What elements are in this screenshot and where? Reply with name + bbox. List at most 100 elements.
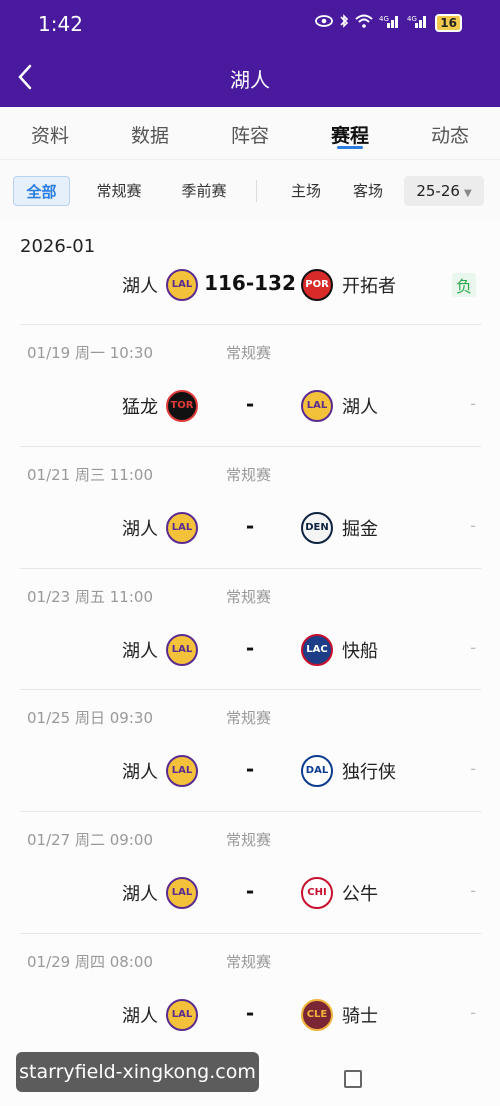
away-team-name: 开拓者 — [342, 276, 396, 297]
game-datetime: 01/23 周五 11:00 — [27, 588, 153, 606]
month-header: 2026-01 — [20, 236, 96, 257]
game-type: 常规赛 — [226, 466, 272, 484]
game-score: - — [245, 757, 255, 781]
filter-regular-season[interactable]: 常规赛 — [88, 176, 150, 206]
watermark-text: starryfield-xingkong.com — [16, 1052, 259, 1092]
divider — [20, 568, 481, 569]
game-row: 湖人 LAL - CHI 公牛 - — [0, 873, 500, 913]
home-team-logo: LAL — [166, 755, 198, 787]
battery-indicator: 16 — [435, 14, 462, 32]
game-datetime: 01/21 周三 11:00 — [27, 466, 153, 484]
game-row: 湖人 LAL - DAL 独行侠 - — [0, 751, 500, 791]
status-time: 1:42 — [38, 12, 83, 36]
game-row: 湖人 LAL - DEN 掘金 - — [0, 508, 500, 548]
season-label: 25-26 — [416, 182, 460, 200]
game-type: 常规赛 — [226, 709, 272, 727]
home-team-logo: LAL — [166, 512, 198, 544]
filter-away[interactable]: 客场 — [344, 176, 392, 206]
divider — [20, 933, 481, 934]
home-team-logo: TOR — [166, 390, 198, 422]
season-selector[interactable]: 25-26 ▼ — [404, 176, 484, 206]
signal-4g-icon: 4G — [407, 14, 429, 32]
away-team-logo: DEN — [301, 512, 333, 544]
filter-all[interactable]: 全部 — [13, 176, 70, 206]
game-score: - — [245, 879, 255, 903]
game-result-badge: 负 — [451, 273, 476, 297]
game-result: - — [470, 759, 476, 778]
away-team-logo: LAC — [301, 634, 333, 666]
game-datetime: 01/29 周四 08:00 — [27, 953, 153, 971]
home-team-name: 湖人 — [122, 641, 158, 662]
filter-divider — [256, 180, 257, 202]
game-datetime: 01/27 周二 09:00 — [27, 831, 153, 849]
tab-schedule[interactable]: 赛程 — [310, 121, 390, 148]
home-team-logo: LAL — [166, 269, 198, 301]
game-score: - — [245, 636, 255, 660]
game-result: - — [470, 394, 476, 413]
game-row: 湖人 LAL 116-132 POR 开拓者 负 — [0, 265, 500, 305]
schedule-list: 2026-01 湖人 LAL 116-132 POR 开拓者 负 01/19 周… — [0, 220, 500, 1106]
away-team-name: 独行侠 — [342, 762, 396, 783]
game-type: 常规赛 — [226, 953, 272, 971]
divider — [20, 324, 481, 325]
game-row: 猛龙 TOR - LAL 湖人 - — [0, 386, 500, 426]
game-score: - — [245, 1001, 255, 1025]
game-score: 116-132 — [204, 271, 296, 295]
tab-roster[interactable]: 阵容 — [210, 121, 290, 148]
page-title: 湖人 — [230, 68, 270, 92]
filter-preseason[interactable]: 季前赛 — [173, 176, 235, 206]
game-result: - — [470, 881, 476, 900]
filter-home[interactable]: 主场 — [282, 176, 330, 206]
away-team-logo: DAL — [301, 755, 333, 787]
game-type: 常规赛 — [226, 344, 272, 362]
game-result: - — [470, 1003, 476, 1022]
divider — [20, 446, 481, 447]
home-team-logo: LAL — [166, 999, 198, 1031]
away-team-logo: LAL — [301, 390, 333, 422]
game-score: - — [245, 514, 255, 538]
home-team-name: 湖人 — [122, 276, 158, 297]
game-type: 常规赛 — [226, 588, 272, 606]
home-team-name: 湖人 — [122, 519, 158, 540]
eye-icon — [315, 15, 334, 31]
status-bar: 1:42 4G 4G 16 — [0, 0, 500, 50]
game-result: - — [470, 638, 476, 657]
away-team-name: 骑士 — [342, 1006, 378, 1027]
active-tab-indicator — [337, 146, 363, 149]
app-header: 1:42 4G 4G 16 湖人 — [0, 0, 500, 107]
caret-down-icon: ▼ — [463, 188, 472, 199]
wifi-icon — [355, 14, 373, 32]
tab-profile[interactable]: 资料 — [10, 121, 90, 148]
away-team-logo: CHI — [301, 877, 333, 909]
recent-apps-button[interactable] — [344, 1070, 362, 1088]
game-row: 湖人 LAL - LAC 快船 - — [0, 630, 500, 670]
bluetooth-icon — [339, 13, 349, 33]
home-team-logo: LAL — [166, 634, 198, 666]
divider — [20, 689, 481, 690]
tab-stats[interactable]: 数据 — [110, 121, 190, 148]
home-team-logo: LAL — [166, 877, 198, 909]
game-type: 常规赛 — [226, 831, 272, 849]
away-team-name: 掘金 — [342, 519, 378, 540]
away-team-name: 快船 — [342, 641, 378, 662]
schedule-filters: 全部 常规赛 季前赛 主场 客场 25-26 ▼ — [0, 160, 500, 220]
away-team-logo: POR — [301, 269, 333, 301]
game-datetime: 01/25 周日 09:30 — [27, 709, 153, 727]
game-result: - — [470, 516, 476, 535]
svg-text:4G: 4G — [407, 15, 417, 23]
game-score: - — [245, 392, 255, 416]
game-datetime: 01/19 周一 10:30 — [27, 344, 153, 362]
away-team-name: 湖人 — [342, 397, 378, 418]
tab-news[interactable]: 动态 — [410, 121, 490, 148]
home-team-name: 湖人 — [122, 1006, 158, 1027]
away-team-name: 公牛 — [342, 884, 378, 905]
svg-text:4G: 4G — [379, 15, 389, 23]
team-tabs: 资料 数据 阵容 赛程 动态 — [0, 107, 500, 160]
home-team-name: 湖人 — [122, 762, 158, 783]
status-icons: 4G 4G 16 — [315, 13, 462, 33]
divider — [20, 811, 481, 812]
away-team-logo: CLE — [301, 999, 333, 1031]
home-team-name: 猛龙 — [122, 397, 158, 418]
signal-4g-icon: 4G — [379, 14, 401, 32]
game-row: 湖人 LAL - CLE 骑士 - — [0, 995, 500, 1035]
